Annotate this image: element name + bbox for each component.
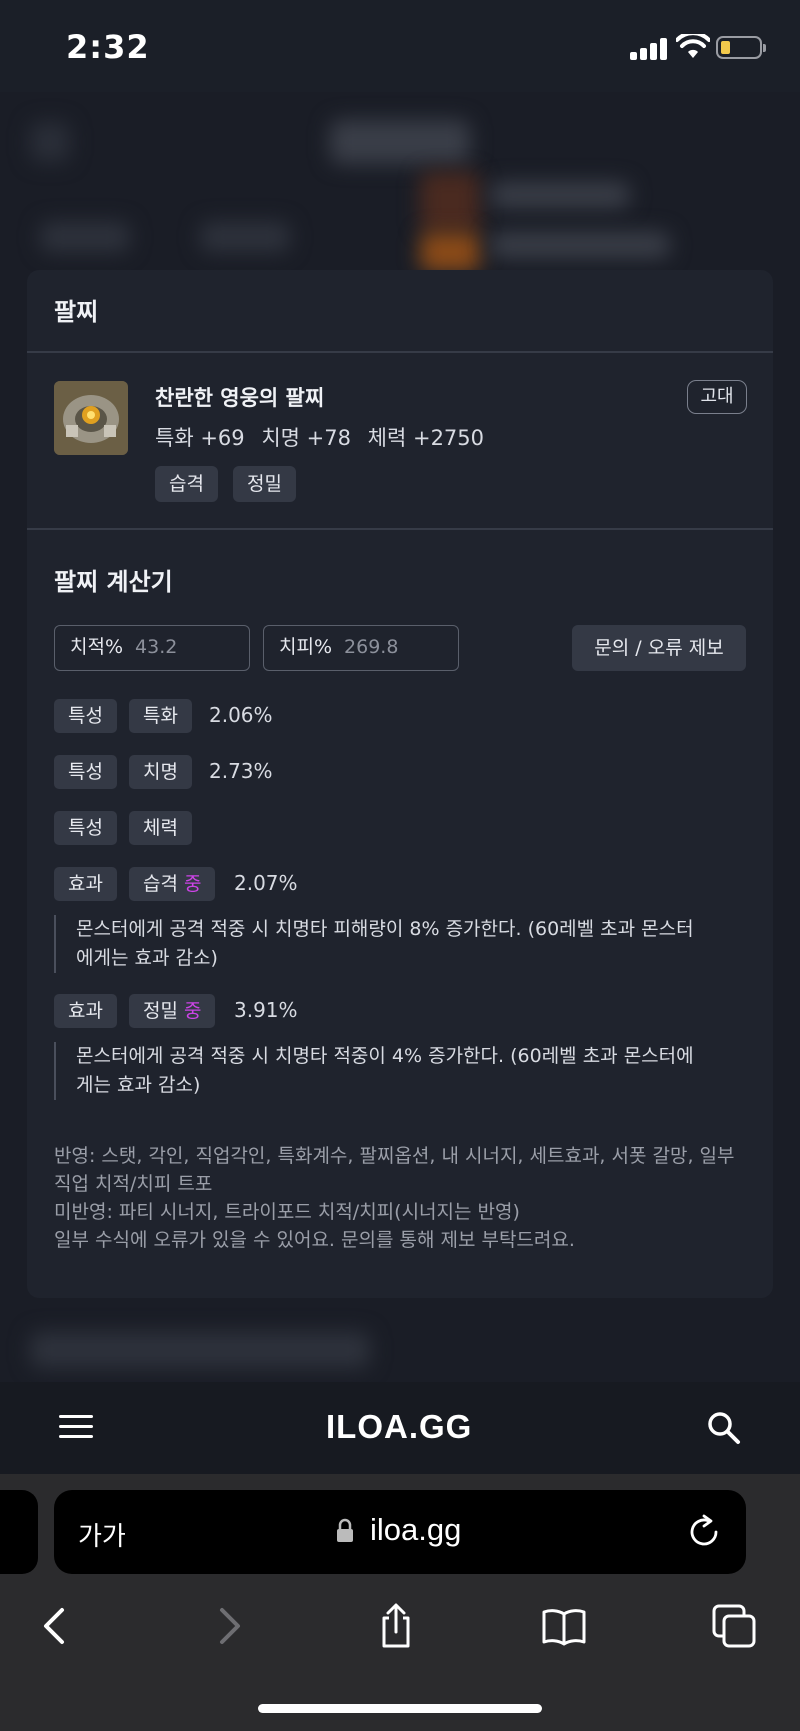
forward-icon[interactable] [204, 1602, 252, 1650]
item-stats: 특화 +69 치명 +78 체력 +2750 [155, 422, 494, 452]
status-bar: 2:32 [0, 0, 800, 92]
url-text[interactable]: iloa.gg [370, 1512, 461, 1548]
status-time: 2:32 [66, 28, 150, 66]
back-icon[interactable] [32, 1602, 80, 1650]
row-name-chip: 특화 [129, 699, 192, 733]
item-name: 찬란한 영웅의 팔찌 [155, 386, 325, 410]
address-bar[interactable]: 가가 iloa.gg [54, 1490, 746, 1574]
effect-grade: 중 [183, 1000, 202, 1022]
row-value: 2.06% [209, 703, 273, 727]
search-icon[interactable] [706, 1410, 742, 1446]
crit-damage-label: 치피% [279, 636, 333, 658]
share-icon[interactable] [372, 1602, 420, 1650]
row-value: 2.73% [209, 759, 273, 783]
lock-icon [337, 1518, 353, 1542]
site-header: ILOA.GG [0, 1382, 800, 1474]
screen: 2:32 팔찌 찬란한 영웅의 팔찌 고대 특화 +69 치명 +78 체력 +… [0, 0, 800, 1731]
effect-description: 몬스터에게 공격 적중 시 치명타 피해량이 8% 증가한다. (60레벨 초과… [54, 915, 704, 973]
row-name-chip: 체력 [129, 811, 192, 845]
row-type-chip: 특성 [54, 811, 117, 845]
effect-name-chip: 습격 중 [129, 867, 216, 901]
item-stat: 체력 +2750 [367, 426, 485, 450]
bracelet-item-icon [54, 381, 128, 455]
bracelet-modal: 팔찌 찬란한 영웅의 팔찌 고대 특화 +69 치명 +78 체력 +2750 … [27, 270, 773, 1298]
calculator-title: 팔찌 계산기 [54, 568, 173, 596]
crit-rate-field[interactable]: 치적% 43.2 [54, 625, 250, 671]
text-size-button[interactable]: 가가 [78, 1516, 126, 1553]
browser-toolbar: 가가 iloa.gg [0, 1474, 800, 1731]
site-logo[interactable]: ILOA.GG [326, 1408, 472, 1446]
effect-name: 습격 [143, 873, 178, 895]
effect-name: 정밀 [143, 1000, 178, 1022]
row-type-chip: 특성 [54, 699, 117, 733]
divider [27, 351, 773, 353]
crit-rate-value: 43.2 [135, 636, 178, 658]
crit-damage-field[interactable]: 치피% 269.8 [263, 625, 459, 671]
effect-value: 2.07% [234, 871, 298, 895]
crit-damage-value: 269.8 [344, 636, 399, 658]
effect-value: 3.91% [234, 998, 298, 1022]
item-tag: 정밀 [233, 466, 296, 502]
calculator-notes: 반영: 스탯, 각인, 직업각인, 특화계수, 팔찌옵션, 내 시너지, 세트효… [54, 1142, 754, 1254]
bookmarks-icon[interactable] [540, 1602, 588, 1650]
row-name-chip: 치명 [129, 755, 192, 789]
effect-type-chip: 효과 [54, 867, 117, 901]
wifi-icon [676, 34, 710, 58]
report-button[interactable]: 문의 / 오류 제보 [572, 625, 746, 671]
effect-type-chip: 효과 [54, 994, 117, 1028]
item-stat: 치명 +78 [261, 426, 351, 450]
note-line: 반영: 스탯, 각인, 직업각인, 특화계수, 팔찌옵션, 내 시너지, 세트효… [54, 1145, 735, 1195]
modal-title: 팔찌 [54, 298, 99, 326]
effect-name-chip: 정밀 중 [129, 994, 216, 1028]
cellular-signal-icon [630, 38, 670, 60]
effect-description: 몬스터에게 공격 적중 시 치명타 적중이 4% 증가한다. (60레벨 초과 … [54, 1042, 704, 1100]
row-type-chip: 특성 [54, 755, 117, 789]
note-line: 미반영: 파티 시너지, 트라이포드 치적/치피(시너지는 반영) [54, 1201, 520, 1223]
effect-grade: 중 [183, 873, 202, 895]
reload-icon[interactable] [686, 1514, 722, 1550]
divider [27, 528, 773, 530]
tabs-icon[interactable] [710, 1602, 758, 1650]
menu-icon[interactable] [59, 1413, 93, 1441]
previous-tab-preview[interactable] [0, 1490, 38, 1574]
item-stat: 특화 +69 [155, 426, 245, 450]
crit-rate-label: 치적% [70, 636, 124, 658]
grade-badge: 고대 [687, 380, 747, 414]
item-tag: 습격 [155, 466, 218, 502]
battery-icon [716, 36, 766, 59]
home-indicator[interactable] [258, 1704, 542, 1713]
note-line: 일부 수식에 오류가 있을 수 있어요. 문의를 통해 제보 부탁드려요. [54, 1229, 575, 1251]
